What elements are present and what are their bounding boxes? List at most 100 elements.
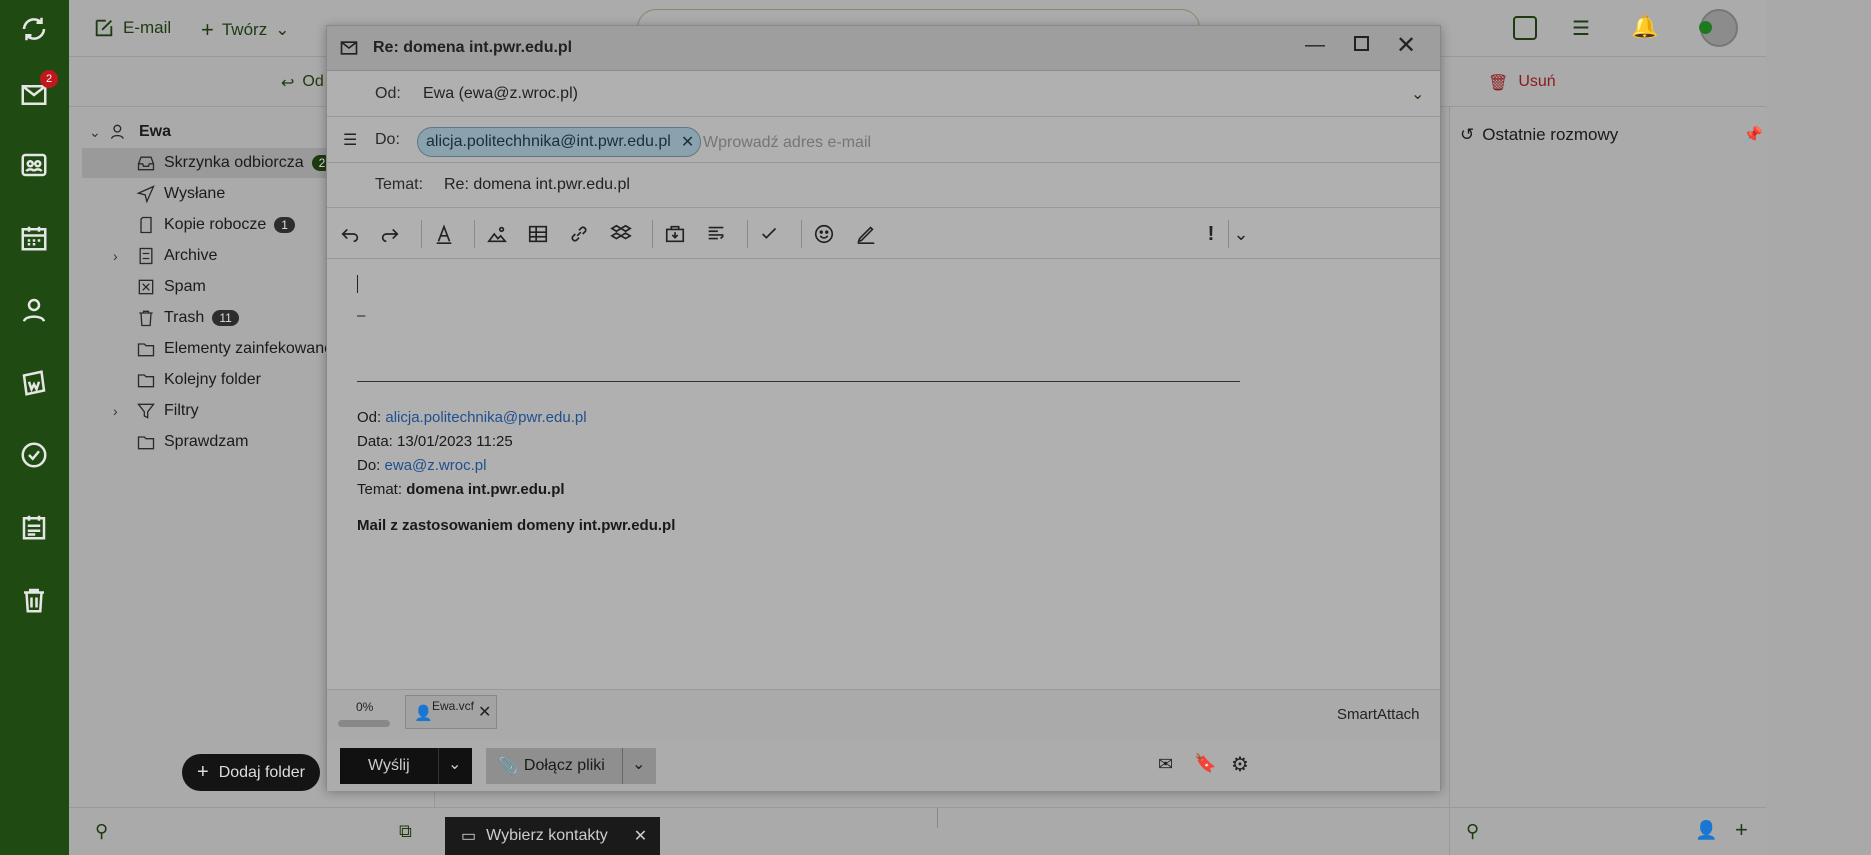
search-icon[interactable]: ⚲ — [95, 821, 108, 842]
read-receipt-icon[interactable]: ✉ — [1158, 754, 1173, 775]
mail-unread-badge: 2 — [40, 70, 58, 88]
reply-button[interactable]: ↩ Od — [281, 73, 324, 93]
priority-icon[interactable]: ! — [1198, 221, 1224, 247]
remove-recipient-icon[interactable]: ✕ — [681, 132, 694, 152]
bell-icon[interactable]: 🔔 — [1631, 14, 1658, 40]
add-folder-button[interactable]: + Dodaj folder — [182, 754, 320, 791]
folder-tree-icon[interactable]: ⧉ — [399, 821, 412, 842]
signature-separator: – — [357, 307, 366, 324]
quoted-body: Mail z zastosowaniem domeny int.pwr.edu.… — [357, 517, 676, 534]
recipient-chip[interactable]: alicja.politechhnika@int.pwr.edu.pl ✕ — [417, 127, 702, 157]
delete-button[interactable]: 🗑 Usuń — [1488, 73, 1556, 93]
quoted-to-link[interactable]: ewa@z.wroc.pl — [385, 457, 487, 474]
archive-icon — [136, 246, 156, 266]
maximize-icon[interactable] — [1354, 36, 1369, 51]
refresh-icon[interactable] — [14, 9, 54, 49]
planner-icon[interactable] — [14, 507, 54, 547]
send-icon — [136, 184, 156, 204]
pin-icon[interactable]: 📌 — [1743, 125, 1763, 145]
compose-icon — [95, 19, 113, 37]
left-rail: 2 — [0, 0, 69, 855]
recent-conversations-title: Ostatnie rozmowy — [1482, 125, 1619, 144]
from-field[interactable]: Ewa (ewa@z.wroc.pl) — [423, 85, 578, 103]
remove-attachment-icon[interactable]: ✕ — [478, 702, 491, 722]
emoji-icon[interactable] — [811, 221, 837, 247]
compose-actions: Wyślij ⌄ 📎 Dołącz pliki ⌄ ✉ 🔖 ⚙ — [327, 739, 1440, 791]
online-status-dot — [1699, 21, 1712, 34]
attach-files-button[interactable]: 📎 Dołącz pliki ⌄ — [486, 748, 656, 784]
filter-icon[interactable]: ☰ — [1572, 16, 1590, 41]
text-format-icon[interactable] — [431, 221, 457, 247]
mail-icon — [339, 38, 359, 62]
chevron-down-icon[interactable]: ⌄ — [1228, 221, 1254, 247]
folder-icon — [136, 339, 156, 359]
upload-progress-label: 0% — [356, 700, 374, 714]
subject-field[interactable]: Re: domena int.pwr.edu.pl — [444, 176, 630, 194]
user-icon — [109, 122, 129, 142]
user-icon[interactable] — [14, 290, 54, 330]
editor-toolbar: ! ⌄ — [327, 208, 1440, 259]
dialog-title-bar: Re: domena int.pwr.edu.pl — ✕ — [327, 26, 1440, 71]
message-body[interactable]: – Od: alicja.politechnika@pwr.edu.pl Dat… — [327, 259, 1440, 689]
bookmark-icon[interactable]: 🔖 — [1194, 753, 1216, 774]
calendar-icon[interactable] — [14, 218, 54, 258]
close-icon[interactable]: ✕ — [1396, 31, 1416, 60]
right-pane-footer: ⚲ 👤 + — [1449, 807, 1766, 855]
send-button[interactable]: Wyślij ⌄ — [340, 748, 472, 784]
chevron-right-icon: › — [113, 248, 118, 264]
undo-icon[interactable] — [337, 221, 363, 247]
signature-icon[interactable] — [853, 221, 879, 247]
tasks-icon[interactable] — [14, 435, 54, 475]
trash-icon: 🗑 — [1488, 75, 1509, 92]
image-icon[interactable] — [484, 221, 510, 247]
gear-icon[interactable]: ⚙ — [1231, 752, 1249, 777]
text-cursor — [357, 275, 358, 293]
history-icon: ↺ — [1460, 125, 1475, 144]
attachments-bar: 0% 👤 Ewa.vcf ✕ SmartAttach — [327, 689, 1440, 739]
spellcheck-icon[interactable] — [757, 221, 783, 247]
apps-icon[interactable] — [1513, 16, 1537, 40]
create-menu[interactable]: + Twórz ⌄ — [201, 17, 289, 43]
subject-row: Temat: Re: domena int.pwr.edu.pl — [327, 163, 1440, 208]
trash-rail-icon[interactable] — [14, 580, 54, 620]
filter-icon — [136, 401, 156, 421]
paperclip-icon: 📎 — [498, 758, 518, 775]
contacts-icon[interactable] — [14, 145, 54, 185]
plus-icon: + — [197, 761, 209, 783]
chevron-down-icon: ⌄ — [275, 20, 290, 39]
choose-contacts-tab[interactable]: ▭ Wybierz kontakty ✕ — [445, 817, 660, 855]
contacts-icon[interactable]: 👤 — [1695, 820, 1717, 841]
divider — [937, 808, 938, 828]
smartattach-label[interactable]: SmartAttach — [1337, 706, 1420, 723]
link-icon[interactable] — [566, 221, 592, 247]
draft-icon — [136, 215, 156, 235]
folder-icon — [136, 432, 156, 452]
plus-icon[interactable]: + — [1735, 817, 1748, 843]
paragraph-format-icon[interactable] — [703, 221, 729, 247]
contact-card-icon: 👤 — [414, 705, 433, 722]
plus-icon: + — [201, 17, 214, 42]
dropbox-icon[interactable] — [608, 221, 634, 247]
redo-icon[interactable] — [377, 221, 403, 247]
folder-pane-footer: ⚲ ⧉ — [69, 807, 435, 855]
to-input[interactable] — [703, 130, 1103, 156]
recent-conversations-pane: ↺ Ostatnie rozmowy 📌 — [1449, 107, 1766, 807]
attachment-item[interactable]: 👤 Ewa.vcf ✕ — [405, 695, 497, 729]
compose-dialog: Re: domena int.pwr.edu.pl — ✕ Od: Ewa (e… — [326, 25, 1441, 791]
email-nav[interactable]: E-mail — [93, 17, 171, 39]
quoted-from-link[interactable]: alicja.politechnika@pwr.edu.pl — [385, 409, 586, 426]
chevron-down-icon[interactable]: ⌄ — [632, 754, 645, 774]
table-icon[interactable] — [525, 221, 551, 247]
insert-file-icon[interactable] — [662, 221, 688, 247]
close-icon[interactable]: ✕ — [634, 826, 647, 846]
chevron-down-icon[interactable]: ⌄ — [448, 754, 461, 774]
list-icon[interactable]: ☰ — [343, 130, 357, 150]
minimize-icon[interactable]: — — [1305, 34, 1325, 57]
documents-icon[interactable] — [14, 363, 54, 403]
chevron-right-icon: › — [113, 403, 118, 419]
spam-icon — [136, 277, 156, 297]
inbox-icon — [136, 153, 156, 173]
search-icon[interactable]: ⚲ — [1466, 821, 1479, 842]
from-row: Od: Ewa (ewa@z.wroc.pl) ⌄ — [327, 71, 1440, 117]
chevron-down-icon[interactable]: ⌄ — [1411, 84, 1424, 104]
